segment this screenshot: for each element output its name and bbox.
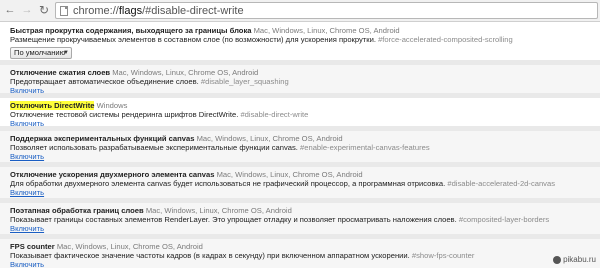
page-icon: [60, 5, 68, 16]
experiment-platforms: Mac, Windows, Linux, Chrome OS, Android: [145, 206, 292, 215]
experiment-description: Показывает границы составных элементов R…: [10, 215, 550, 224]
address-bar[interactable]: chrome://flags/#disable-direct-write: [55, 2, 598, 19]
enable-link[interactable]: Включить: [10, 260, 44, 268]
url-text: chrome://flags/#disable-direct-write: [73, 4, 244, 17]
experiment-item: Поддержка экспериментальных функций canv…: [0, 131, 600, 162]
experiment-item: Отключить DirectWrite Windows Отключение…: [0, 98, 600, 128]
experiment-description: Показывает фактическое значение частоты …: [10, 251, 475, 260]
experiment-description: Предотвращает автоматическое объединение…: [10, 77, 289, 86]
experiment-hash: #force-accelerated-composited-scrolling: [378, 35, 513, 44]
experiment-platforms: Mac, Windows, Linux, Chrome OS, Android: [112, 68, 259, 77]
experiment-item: Отключение ускорения двухмерного элемент…: [0, 167, 600, 198]
experiment-hash: #disable_layer_squashing: [200, 77, 289, 86]
experiment-description: Для обработки двухмерного элемента canva…: [10, 179, 555, 188]
experiment-item: Поэтапная обработка границ слоев Mac, Wi…: [0, 203, 600, 234]
experiment-select[interactable]: По умолчанию ▼: [10, 47, 72, 59]
flags-page: Быстрая прокрутка содержания, выходящего…: [0, 22, 600, 268]
browser-toolbar: ← → ↻ chrome://flags/#disable-direct-wri…: [0, 0, 600, 22]
dropdown-arrow-icon: ▼: [63, 50, 69, 56]
experiment-platforms: Mac, Windows, Linux, Chrome OS, Android: [56, 242, 203, 251]
experiment-hash: #enable-experimental-canvas-features: [300, 143, 430, 152]
reload-icon[interactable]: ↻: [37, 3, 51, 17]
experiment-title: Поэтапная обработка границ слоев Mac, Wi…: [10, 206, 292, 215]
experiment-platforms: Mac, Windows, Linux, Chrome OS, Android: [253, 26, 400, 35]
watermark: pikabu.ru: [553, 255, 596, 264]
experiment-title: Отключение сжатия слоев Mac, Windows, Li…: [10, 68, 259, 77]
experiment-title: Поддержка экспериментальных функций canv…: [10, 134, 343, 143]
experiment-item: Отключение сжатия слоев Mac, Windows, Li…: [0, 65, 600, 95]
back-arrow-icon[interactable]: ←: [3, 3, 17, 17]
experiment-hash: #disable-accelerated-2d-canvas: [447, 179, 555, 188]
enable-link[interactable]: Включить: [10, 188, 44, 197]
experiment-title: Отключение ускорения двухмерного элемент…: [10, 170, 363, 179]
experiment-item: FPS counter Mac, Windows, Linux, Chrome …: [0, 239, 600, 268]
forward-arrow-icon[interactable]: →: [20, 3, 34, 17]
experiment-title: Быстрая прокрутка содержания, выходящего…: [10, 26, 400, 35]
experiment-platforms: Mac, Windows, Linux, Chrome OS, Android: [196, 134, 343, 143]
experiment-hash: #disable-direct-write: [240, 110, 309, 119]
experiment-description: Размещение прокручиваемых элементов в со…: [10, 35, 513, 44]
experiment-description: Позволяет использовать разрабатываемые э…: [10, 143, 430, 152]
experiment-hash: #show-fps-counter: [411, 251, 475, 260]
experiment-title: Отключить DirectWrite Windows: [10, 101, 128, 110]
enable-link[interactable]: Включить: [10, 152, 44, 161]
watermark-logo-icon: [553, 255, 562, 264]
experiment-title: FPS counter Mac, Windows, Linux, Chrome …: [10, 242, 203, 251]
experiment-description: Отключение тестовой системы рендеринга ш…: [10, 110, 309, 119]
experiment-platforms: Windows: [96, 101, 128, 110]
experiment-platforms: Mac, Windows, Linux, Chrome OS, Android: [216, 170, 363, 179]
enable-link[interactable]: Включить: [10, 224, 44, 233]
experiment-hash: #composited-layer-borders: [458, 215, 550, 224]
experiment-item: Быстрая прокрутка содержания, выходящего…: [0, 22, 600, 60]
